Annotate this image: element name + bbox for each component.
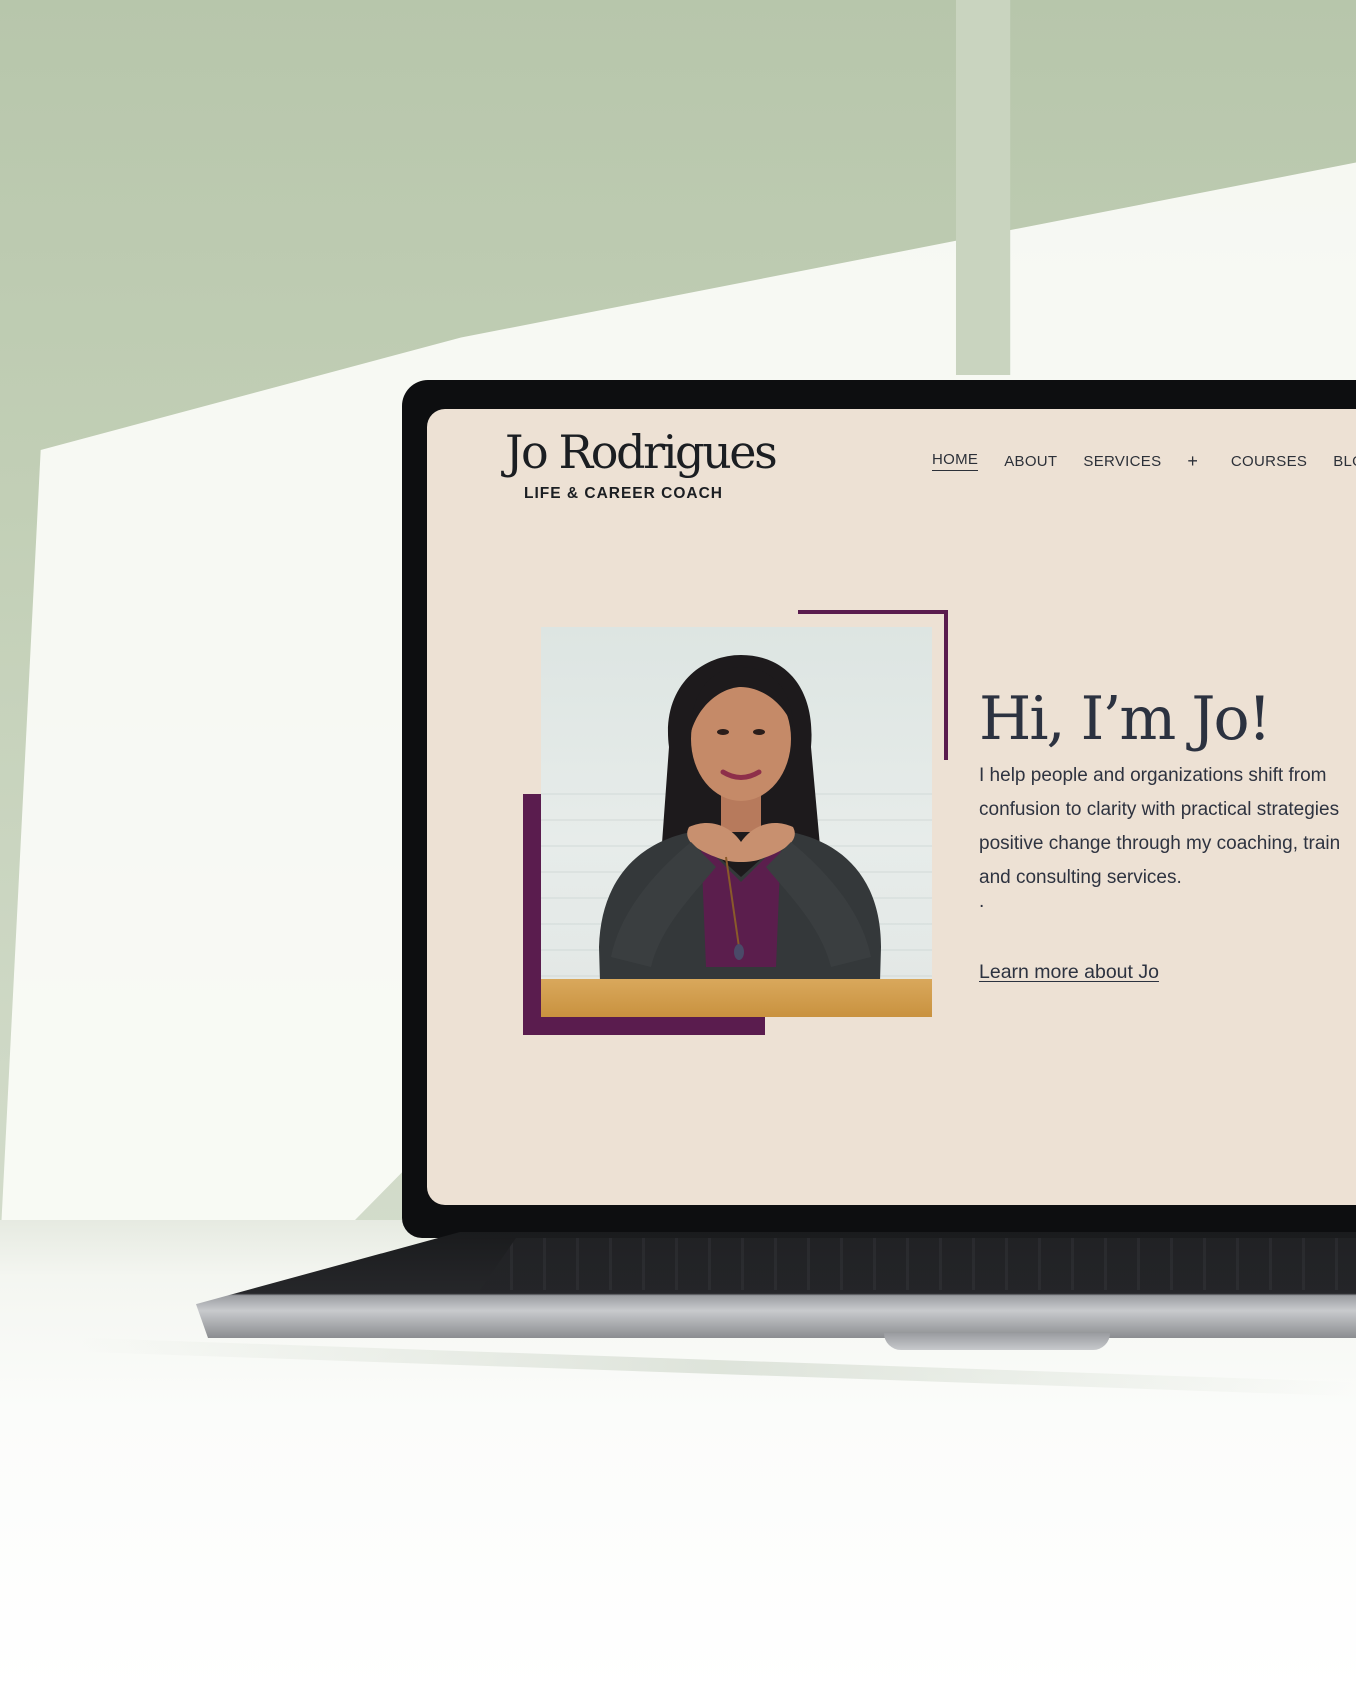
nav-item-about[interactable]: ABOUT <box>1004 453 1057 470</box>
portrait-figure <box>599 655 881 1017</box>
nav-item-blog[interactable]: BLOG <box>1333 453 1356 470</box>
laptop-keyboard <box>480 1238 1356 1290</box>
website-screen: Jo Rodrigues LIFE & CAREER COACH HOME AB… <box>427 409 1356 1205</box>
hero-body-line: I help people and organizations shift fr… <box>979 765 1327 786</box>
main-nav: HOME ABOUT SERVICES + COURSES BLOG <box>932 449 1356 473</box>
nav-item-courses[interactable]: COURSES <box>1231 453 1307 470</box>
nav-item-services[interactable]: SERVICES <box>1083 453 1161 470</box>
hero-body-line: confusion to clarity with practical stra… <box>979 799 1340 820</box>
hero-body-line: positive change through my coaching, tra… <box>979 833 1341 854</box>
laptop-notch <box>884 1333 1110 1350</box>
site-logo[interactable]: Jo Rodrigues LIFE & CAREER COACH <box>505 427 778 502</box>
learn-more-link[interactable]: Learn more about Jo <box>979 961 1159 984</box>
portrait-photo <box>541 627 932 1017</box>
hero-trailing-mark: . <box>979 891 985 912</box>
logo-subtitle: LIFE & CAREER COACH <box>522 485 725 502</box>
nav-item-home[interactable]: HOME <box>932 451 979 471</box>
hero-title: Hi, I’m Jo! <box>979 684 1272 754</box>
logo-name: Jo Rodrigues <box>505 425 778 479</box>
services-expand-icon[interactable]: + <box>1187 451 1198 472</box>
hero-body-line: and consulting services. <box>979 867 1182 888</box>
hero-body: I help people and organizations shift fr… <box>979 759 1356 895</box>
portrait-desk <box>541 979 932 1017</box>
